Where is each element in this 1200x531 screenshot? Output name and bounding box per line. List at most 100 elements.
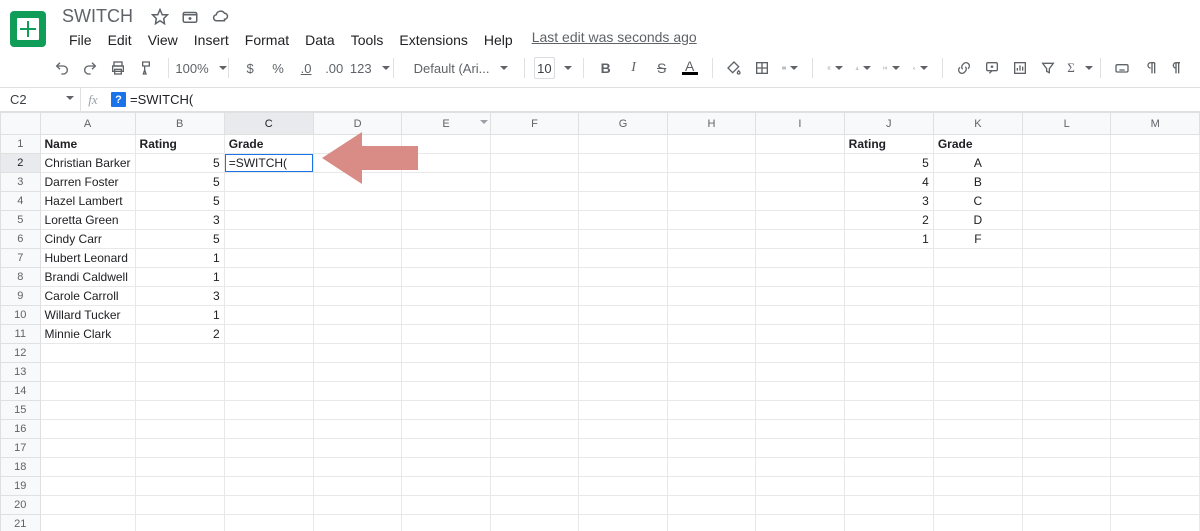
cell-J13[interactable] [844, 363, 933, 382]
cell-C3[interactable] [224, 173, 313, 192]
cell-F3[interactable] [490, 173, 578, 192]
cell-G11[interactable] [579, 325, 668, 344]
cell-H17[interactable] [667, 439, 755, 458]
star-icon[interactable] [151, 8, 169, 26]
cell-F19[interactable] [490, 477, 578, 496]
cell-K18[interactable] [933, 458, 1022, 477]
redo-button[interactable] [78, 55, 102, 81]
cell-G21[interactable] [579, 515, 668, 531]
cell-C1[interactable]: Grade [224, 135, 313, 154]
cell-D21[interactable] [313, 515, 401, 531]
cell-A4[interactable]: Hazel Lambert [40, 192, 135, 211]
cell-A20[interactable] [40, 496, 135, 515]
cell-F11[interactable] [490, 325, 578, 344]
cell-C19[interactable] [224, 477, 313, 496]
cell-I9[interactable] [756, 287, 844, 306]
cell-A9[interactable]: Carole Carroll [40, 287, 135, 306]
cell-D7[interactable] [313, 249, 401, 268]
cell-L2[interactable] [1022, 154, 1110, 173]
cell-G20[interactable] [579, 496, 668, 515]
doc-title[interactable]: SWITCH [62, 6, 133, 27]
cell-B1[interactable]: Rating [135, 135, 224, 154]
cell-B11[interactable]: 2 [135, 325, 224, 344]
cell-A14[interactable] [40, 382, 135, 401]
menu-insert[interactable]: Insert [187, 29, 236, 51]
cell-H21[interactable] [667, 515, 755, 531]
cell-K20[interactable] [933, 496, 1022, 515]
cell-F15[interactable] [490, 401, 578, 420]
cell-J19[interactable] [844, 477, 933, 496]
cell-G12[interactable] [579, 344, 668, 363]
cell-B9[interactable]: 3 [135, 287, 224, 306]
cell-H8[interactable] [667, 268, 755, 287]
col-header-A[interactable]: A [40, 113, 135, 135]
row-header-17[interactable]: 17 [1, 439, 41, 458]
col-header-B[interactable]: B [135, 113, 224, 135]
cell-D14[interactable] [313, 382, 401, 401]
row-header-10[interactable]: 10 [1, 306, 41, 325]
col-header-E[interactable]: E [402, 113, 490, 135]
cell-M8[interactable] [1111, 268, 1200, 287]
cell-B19[interactable] [135, 477, 224, 496]
col-header-M[interactable]: M [1111, 113, 1200, 135]
row-header-9[interactable]: 9 [1, 287, 41, 306]
cell-C21[interactable] [224, 515, 313, 531]
cell-J16[interactable] [844, 420, 933, 439]
cell-H3[interactable] [667, 173, 755, 192]
cell-G19[interactable] [579, 477, 668, 496]
row-header-5[interactable]: 5 [1, 211, 41, 230]
cell-K12[interactable] [933, 344, 1022, 363]
cell-M11[interactable] [1111, 325, 1200, 344]
cell-I11[interactable] [756, 325, 844, 344]
cell-H20[interactable] [667, 496, 755, 515]
cell-B7[interactable]: 1 [135, 249, 224, 268]
cell-C13[interactable] [224, 363, 313, 382]
col-header-D[interactable]: D [313, 113, 401, 135]
cell-C8[interactable] [224, 268, 313, 287]
cell-E6[interactable] [402, 230, 490, 249]
cell-I6[interactable] [756, 230, 844, 249]
cell-B18[interactable] [135, 458, 224, 477]
cell-D8[interactable] [313, 268, 401, 287]
cell-J7[interactable] [844, 249, 933, 268]
cell-M2[interactable] [1111, 154, 1200, 173]
cell-J15[interactable] [844, 401, 933, 420]
cell-C9[interactable] [224, 287, 313, 306]
cell-C16[interactable] [224, 420, 313, 439]
cell-C2[interactable]: =SWITCH( [224, 154, 313, 173]
cell-L12[interactable] [1022, 344, 1110, 363]
menu-tools[interactable]: Tools [344, 29, 391, 51]
col-header-L[interactable]: L [1022, 113, 1110, 135]
cell-H11[interactable] [667, 325, 755, 344]
cell-H14[interactable] [667, 382, 755, 401]
row-header-14[interactable]: 14 [1, 382, 41, 401]
cell-D13[interactable] [313, 363, 401, 382]
cell-L17[interactable] [1022, 439, 1110, 458]
cell-J20[interactable] [844, 496, 933, 515]
cell-H13[interactable] [667, 363, 755, 382]
cell-C17[interactable] [224, 439, 313, 458]
cell-L5[interactable] [1022, 211, 1110, 230]
cell-M3[interactable] [1111, 173, 1200, 192]
sheets-logo[interactable] [10, 11, 46, 47]
col-header-K[interactable]: K [933, 113, 1022, 135]
cell-A18[interactable] [40, 458, 135, 477]
col-header-C[interactable]: C [224, 113, 313, 135]
cell-G10[interactable] [579, 306, 668, 325]
cell-I3[interactable] [756, 173, 844, 192]
move-icon[interactable] [181, 8, 199, 26]
cell-D10[interactable] [313, 306, 401, 325]
cell-D20[interactable] [313, 496, 401, 515]
cell-B4[interactable]: 5 [135, 192, 224, 211]
merge-cells-button[interactable] [778, 55, 802, 81]
cell-C10[interactable] [224, 306, 313, 325]
cell-M14[interactable] [1111, 382, 1200, 401]
cell-E5[interactable] [402, 211, 490, 230]
cell-L1[interactable] [1022, 135, 1110, 154]
cell-G9[interactable] [579, 287, 668, 306]
cell-E20[interactable] [402, 496, 490, 515]
cell-H7[interactable] [667, 249, 755, 268]
increase-decimal-button[interactable]: .00 [322, 55, 346, 81]
cell-G4[interactable] [579, 192, 668, 211]
functions-button[interactable]: Σ [1064, 55, 1089, 81]
